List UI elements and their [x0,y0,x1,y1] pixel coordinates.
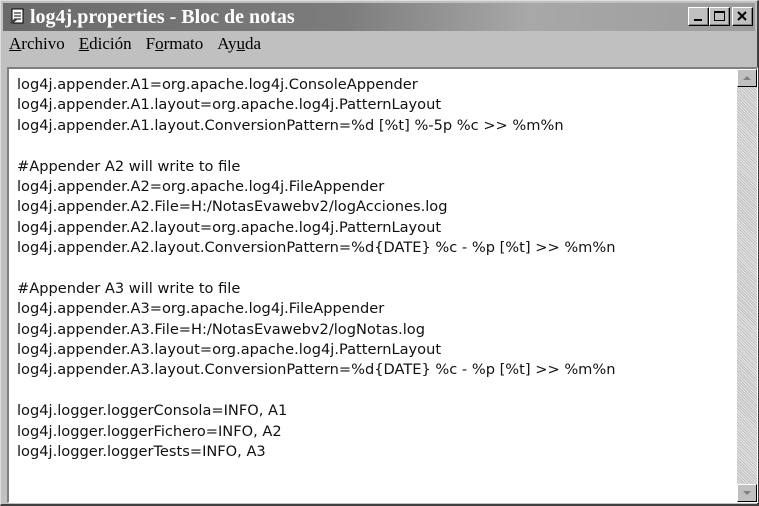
maximize-icon [714,11,725,21]
menu-edicion[interactable]: Edición [73,34,140,54]
text-line: #Appender A2 will write to file [17,157,241,175]
menu-formato[interactable]: Formato [140,34,212,54]
editor-content[interactable]: log4j.appender.A1=org.apache.log4j.Conso… [17,75,733,502]
text-line: log4j.appender.A1=org.apache.log4j.Conso… [17,76,418,93]
text-line: log4j.appender.A3.layout.ConversionPatte… [17,361,616,379]
text-line [17,136,733,156]
close-button[interactable] [732,7,753,26]
text-line [17,381,733,401]
maximize-button[interactable] [709,7,730,26]
text-line: log4j.appender.A2.File=H:/NotasEvawebv2/… [17,198,448,216]
text-line: log4j.appender.A1.layout=org.apache.log4… [17,96,442,114]
scroll-down-arrow-icon [743,491,751,495]
window-controls [688,7,753,27]
scroll-up-arrow-icon [743,76,751,80]
text-line: log4j.appender.A2.layout.ConversionPatte… [17,239,616,257]
minimize-button[interactable] [688,7,709,26]
text-line: log4j.appender.A2=org.apache.log4j.FileA… [17,177,385,195]
text-line: log4j.appender.A3.layout=org.apache.log4… [17,341,442,359]
text-line: log4j.appender.A3.File=H:/NotasEvawebv2/… [17,320,426,338]
menu-bar: Archivo Edición Formato Ayuda [3,32,755,56]
text-line: log4j.appender.A2.layout=org.apache.log4… [17,218,442,236]
notepad-icon [10,8,24,24]
menu-ayuda[interactable]: Ayuda [211,34,269,54]
scroll-down-button[interactable] [737,484,757,502]
text-line: log4j.logger.loggerFichero=INFO, A2 [17,422,282,440]
scroll-up-button[interactable] [737,69,757,87]
text-line: log4j.logger.loggerConsola=INFO, A1 [17,402,288,420]
text-line: #Appender A3 will write to file [17,279,241,297]
text-line: log4j.logger.loggerTests=INFO, A3 [17,443,266,461]
title-bar[interactable]: log4j.properties - Bloc de notas [3,3,755,31]
text-line [17,259,733,279]
minimize-icon [694,19,702,21]
notepad-window: log4j.properties - Bloc de notas Archivo… [0,0,759,506]
window-title: log4j.properties - Bloc de notas [30,6,295,28]
text-editor[interactable]: log4j.appender.A1=org.apache.log4j.Conso… [7,67,758,503]
text-line: log4j.appender.A1.layout.ConversionPatte… [17,116,564,134]
text-line: log4j.appender.A3=org.apache.log4j.FileA… [17,300,385,318]
menu-archivo[interactable]: Archivo [3,34,73,54]
close-icon [737,11,747,21]
vertical-scrollbar[interactable] [737,69,757,502]
